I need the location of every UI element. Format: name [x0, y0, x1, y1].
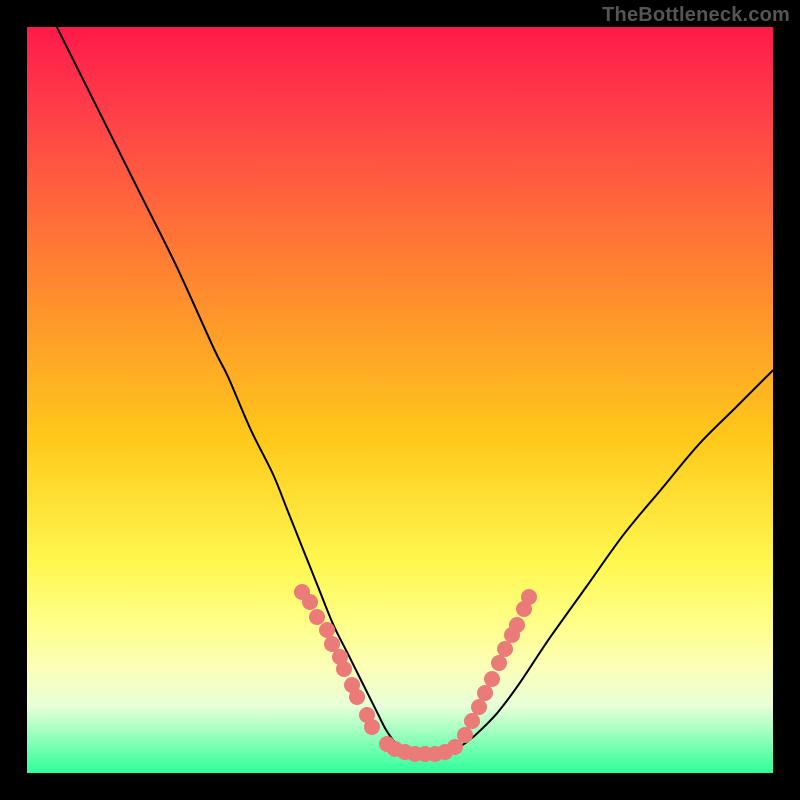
- data-point-right-cluster: [521, 589, 537, 605]
- data-point-right-cluster: [484, 671, 500, 687]
- data-point-right-cluster: [457, 727, 473, 743]
- data-point-left-cluster: [302, 594, 318, 610]
- chart-svg: [27, 27, 773, 773]
- data-point-right-cluster: [497, 641, 513, 657]
- data-point-left-cluster: [336, 661, 352, 677]
- watermark-text: TheBottleneck.com: [602, 4, 790, 27]
- plot-area: [27, 27, 773, 773]
- data-point-right-cluster: [491, 655, 507, 671]
- data-markers: [294, 584, 537, 762]
- bottleneck-curve: [57, 27, 773, 757]
- data-point-right-cluster: [471, 699, 487, 715]
- data-point-left-cluster: [319, 622, 335, 638]
- data-point-left-cluster: [309, 609, 325, 625]
- data-point-right-cluster: [464, 713, 480, 729]
- data-point-left-cluster: [364, 719, 380, 735]
- chart-frame: TheBottleneck.com: [0, 0, 800, 800]
- data-point-right-cluster: [509, 617, 525, 633]
- data-point-right-cluster: [477, 685, 493, 701]
- data-point-left-cluster: [349, 689, 365, 705]
- curve-path: [57, 27, 773, 757]
